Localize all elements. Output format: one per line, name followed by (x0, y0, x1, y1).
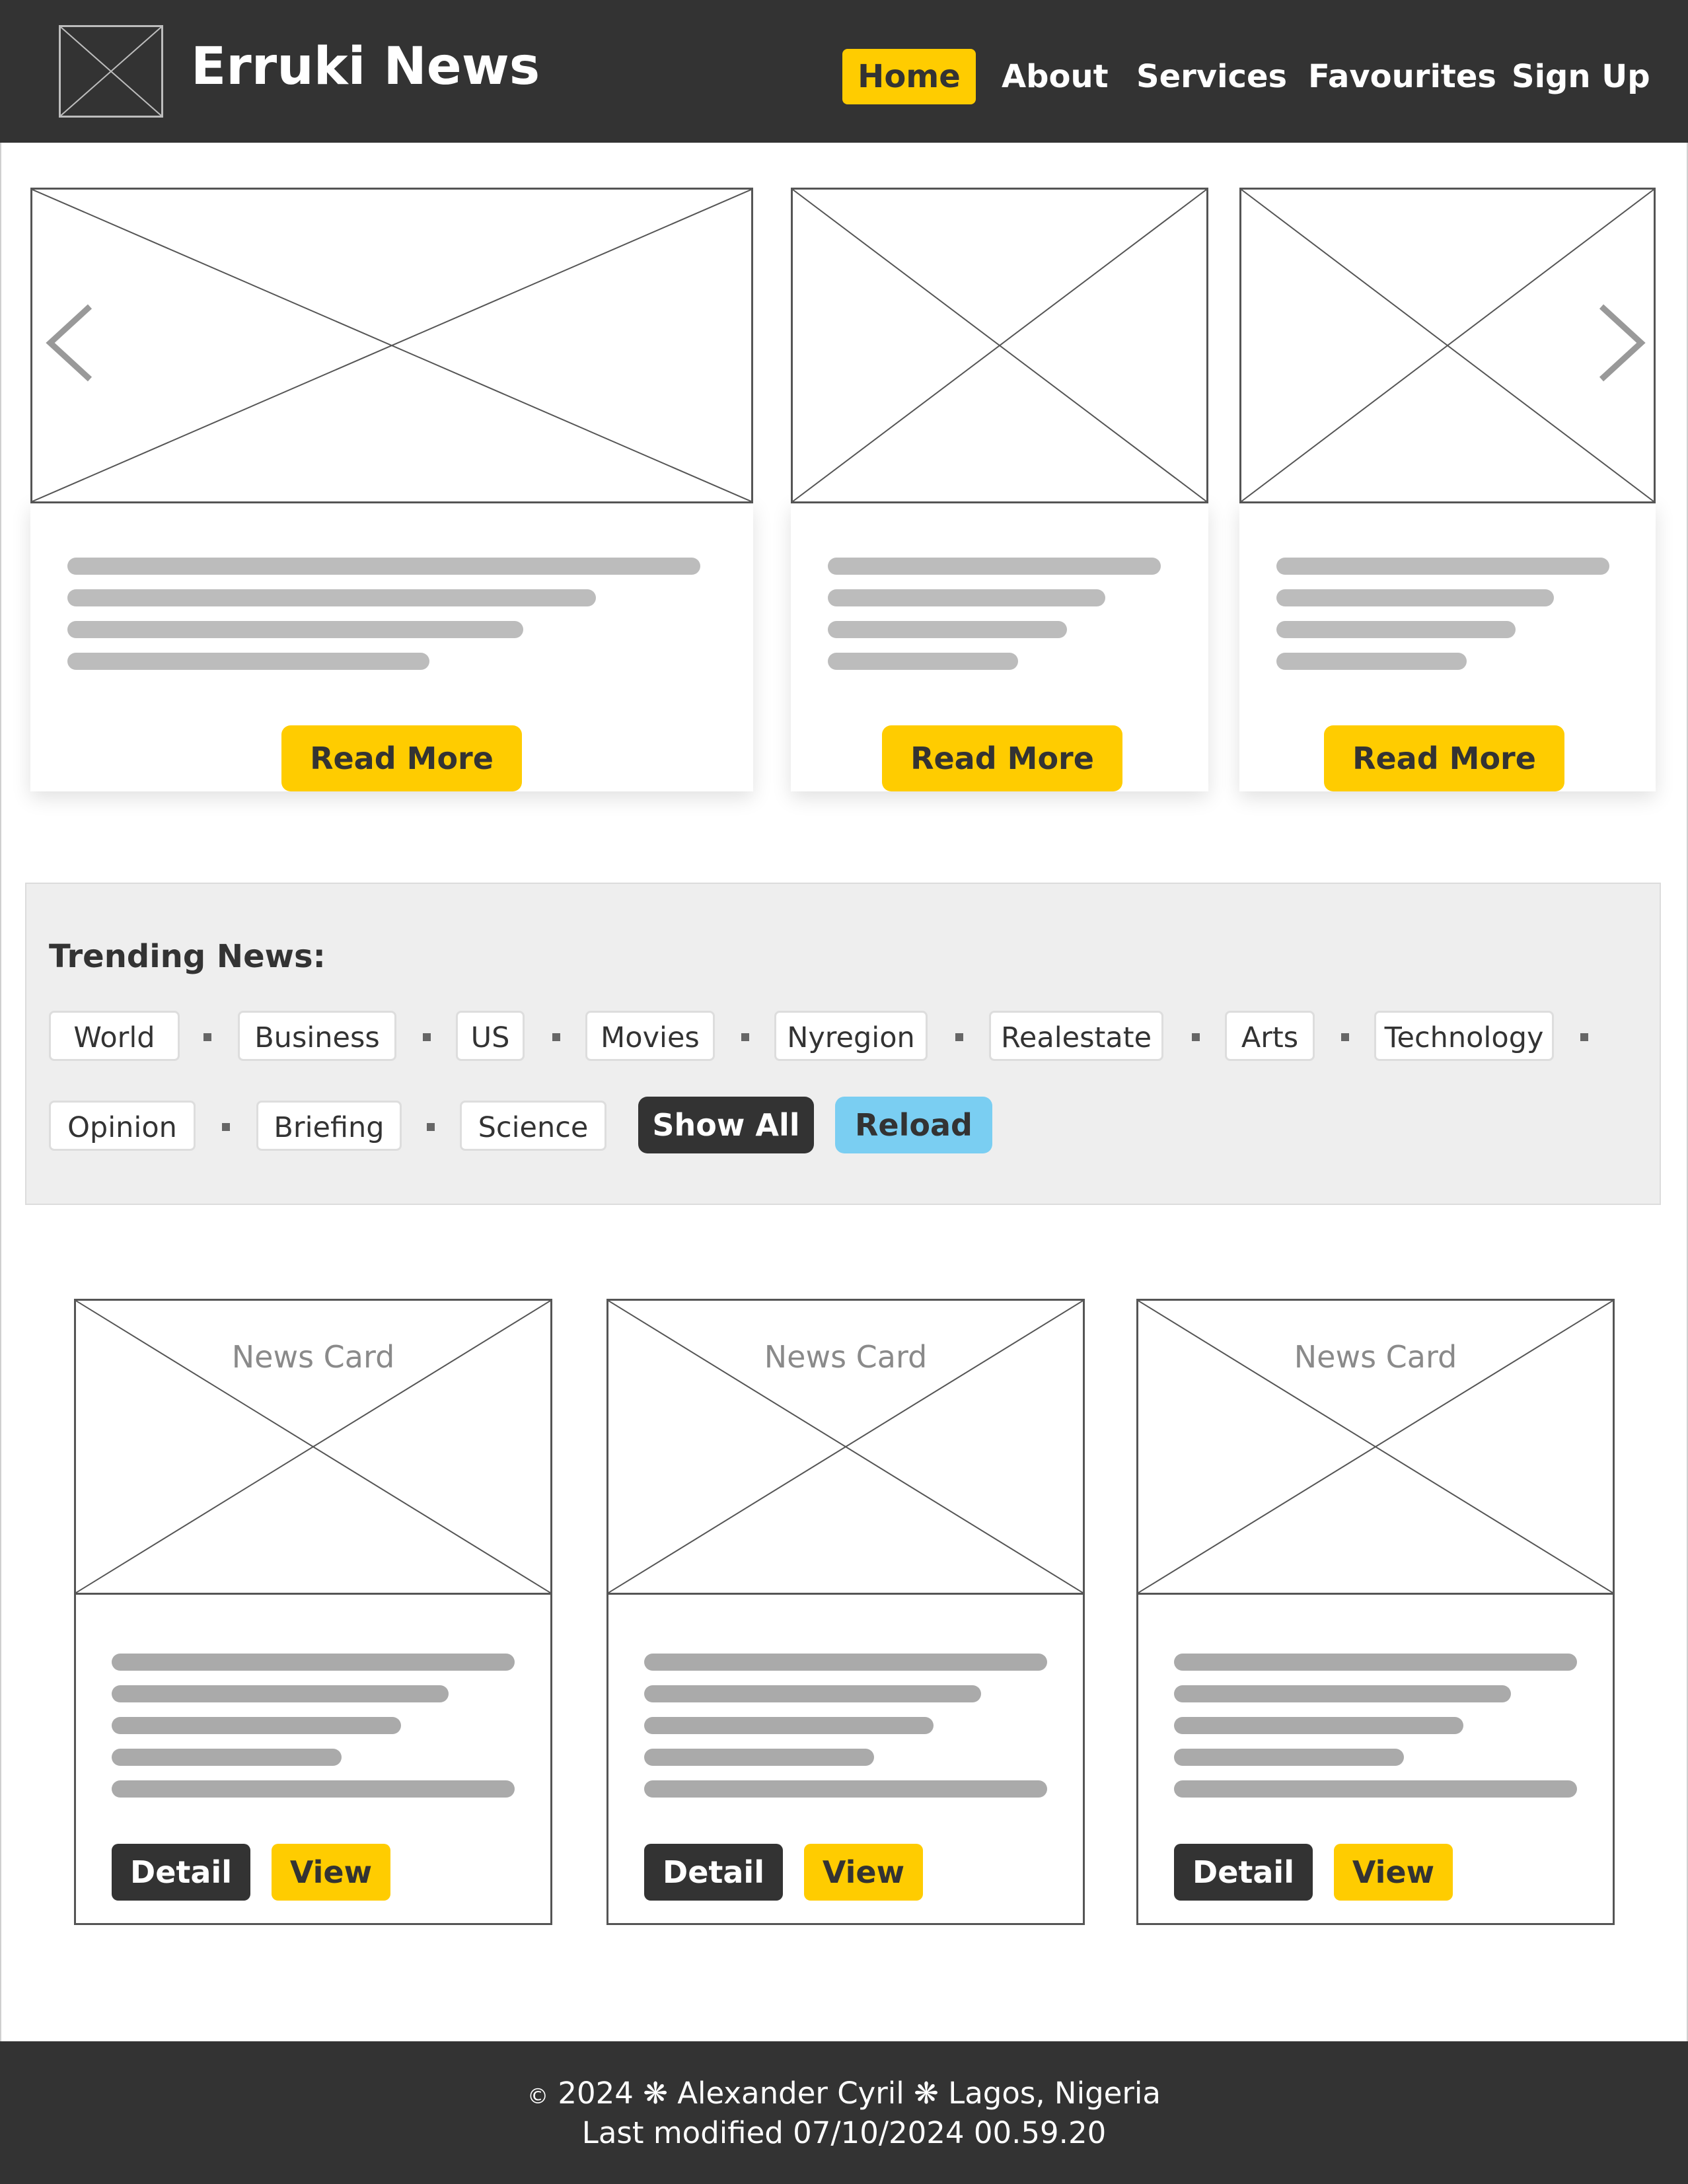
text-placeholder-line (1276, 558, 1609, 575)
text-placeholder-line (644, 1749, 874, 1766)
news-card: News Card Detail View (1136, 1299, 1615, 1925)
carousel-slide-3: Read More (1239, 502, 1656, 791)
detail-button[interactable]: Detail (644, 1844, 783, 1901)
reload-button[interactable]: Reload (835, 1097, 992, 1153)
tag-realestate[interactable]: Realestate (989, 1011, 1163, 1061)
text-placeholder-line (828, 621, 1067, 638)
detail-button[interactable]: Detail (112, 1844, 250, 1901)
text-placeholder-line (1174, 1780, 1577, 1798)
card-title: News Card (764, 1339, 928, 1375)
chevron-right-icon[interactable] (1595, 300, 1648, 386)
text-placeholder-line (112, 1780, 515, 1798)
text-placeholder-line (644, 1685, 981, 1702)
news-card: News Card Detail View (74, 1299, 552, 1925)
separator-dot (222, 1123, 230, 1131)
footer-last-modified: Last modified 07/10/2024 00.59.20 (581, 2115, 1107, 2150)
text-placeholder-line (1276, 653, 1467, 670)
news-card: News Card Detail View (606, 1299, 1085, 1925)
text-placeholder-line (828, 589, 1105, 606)
tag-world[interactable]: World (49, 1011, 180, 1061)
tag-movies[interactable]: Movies (585, 1011, 715, 1061)
text-placeholder-line (1174, 1685, 1511, 1702)
card-image-placeholder: News Card (76, 1301, 550, 1595)
text-placeholder-line (67, 653, 429, 670)
separator-dot (423, 1033, 431, 1041)
separator-dot (1192, 1033, 1200, 1041)
card-title: News Card (1294, 1339, 1457, 1375)
footer-year: 2024 (558, 2076, 634, 2111)
detail-button[interactable]: Detail (1174, 1844, 1313, 1901)
show-all-button[interactable]: Show All (638, 1097, 814, 1153)
slide-image-placeholder (791, 188, 1208, 503)
tag-briefing[interactable]: Briefing (256, 1101, 402, 1151)
asterisk-icon: ❋ (914, 2076, 939, 2111)
separator-dot (203, 1033, 211, 1041)
carousel-slide-2: Read More (791, 502, 1208, 791)
text-placeholder-line (67, 589, 596, 606)
text-placeholder-line (1174, 1654, 1577, 1671)
text-placeholder-line (1174, 1717, 1463, 1734)
carousel-slide-1: Read More (30, 502, 753, 791)
nav-about[interactable]: About (1002, 49, 1109, 104)
card-title: News Card (231, 1339, 395, 1375)
text-placeholder-line (1276, 621, 1516, 638)
text-placeholder-line (67, 621, 523, 638)
read-more-button[interactable]: Read More (882, 725, 1122, 791)
nav-home[interactable]: Home (842, 49, 976, 104)
tag-opinion[interactable]: Opinion (49, 1101, 196, 1151)
read-more-button[interactable]: Read More (1324, 725, 1564, 791)
text-placeholder-line (112, 1749, 342, 1766)
text-placeholder-line (67, 558, 700, 575)
text-placeholder-line (644, 1780, 1047, 1798)
card-image-placeholder: News Card (1138, 1301, 1613, 1595)
view-button[interactable]: View (272, 1844, 390, 1901)
brand-name[interactable]: Erruki News (191, 41, 540, 92)
text-placeholder-line (644, 1654, 1047, 1671)
slide-image-placeholder (30, 188, 753, 503)
tag-science[interactable]: Science (460, 1101, 606, 1151)
nav-sign-up[interactable]: Sign Up (1512, 49, 1650, 104)
separator-dot (741, 1033, 749, 1041)
trending-title: Trending News: (49, 938, 326, 975)
text-placeholder-line (644, 1717, 934, 1734)
separator-dot (1580, 1033, 1588, 1041)
footer-location: Lagos, Nigeria (948, 2076, 1161, 2111)
asterisk-icon: ❋ (643, 2076, 668, 2111)
footer-credits: © 2024 ❋ Alexander Cyril ❋ Lagos, Nigeri… (0, 2076, 1688, 2111)
text-placeholder-line (828, 653, 1018, 670)
tag-arts[interactable]: Arts (1225, 1011, 1315, 1061)
view-button[interactable]: View (804, 1844, 923, 1901)
footer-author: Alexander Cyril (677, 2076, 904, 2111)
nav-services[interactable]: Services (1136, 49, 1287, 104)
read-more-button[interactable]: Read More (281, 725, 522, 791)
separator-dot (427, 1123, 435, 1131)
separator-dot (552, 1033, 560, 1041)
tag-business[interactable]: Business (238, 1011, 396, 1061)
nav-favourites[interactable]: Favourites (1308, 49, 1496, 104)
view-button[interactable]: View (1334, 1844, 1453, 1901)
text-placeholder-line (1174, 1749, 1404, 1766)
separator-dot (955, 1033, 963, 1041)
card-image-placeholder: News Card (608, 1301, 1083, 1595)
text-placeholder-line (112, 1717, 401, 1734)
text-placeholder-line (1276, 589, 1554, 606)
chevron-left-icon[interactable] (44, 300, 96, 386)
site-header: Erruki News Home About Services Favourit… (0, 0, 1688, 143)
copyright-icon: © (527, 2084, 549, 2109)
text-placeholder-line (828, 558, 1161, 575)
text-placeholder-line (112, 1685, 449, 1702)
logo-placeholder[interactable] (59, 25, 163, 118)
separator-dot (1341, 1033, 1349, 1041)
tag-us[interactable]: US (456, 1011, 525, 1061)
slide-image-placeholder (1239, 188, 1656, 503)
tag-nyregion[interactable]: Nyregion (774, 1011, 928, 1061)
text-placeholder-line (112, 1654, 515, 1671)
site-footer: © 2024 ❋ Alexander Cyril ❋ Lagos, Nigeri… (0, 2041, 1688, 2184)
tag-technology[interactable]: Technology (1374, 1011, 1554, 1061)
